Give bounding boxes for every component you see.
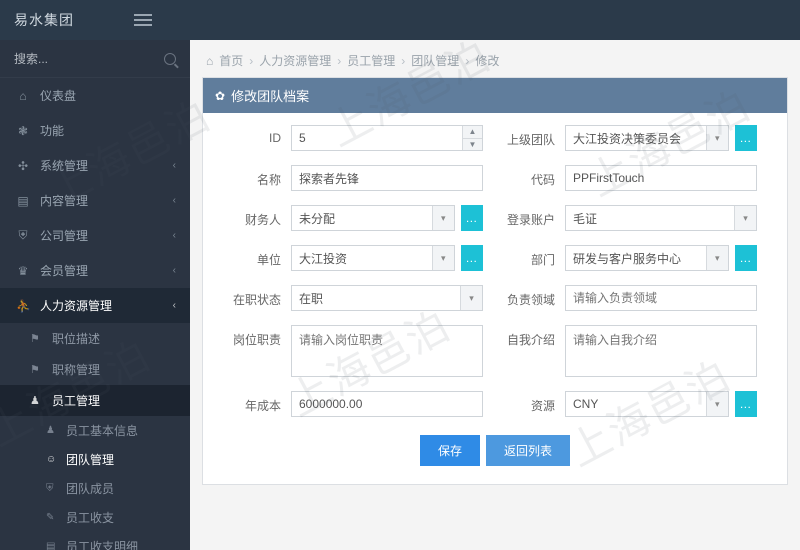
content-icon: ▤ (16, 194, 30, 208)
select-resource[interactable] (565, 391, 729, 417)
member-icon: ♛ (16, 264, 30, 278)
sys-icon: ✣ (16, 159, 30, 173)
pay-icon: ✎ (46, 512, 58, 523)
lookup-resource-button[interactable]: … (735, 391, 757, 417)
func-icon: ❃ (16, 124, 30, 138)
nav-system[interactable]: ✣系统管理‹ (0, 148, 190, 183)
select-account[interactable] (565, 205, 757, 231)
lookup-unit-button[interactable]: … (461, 245, 483, 271)
label-domain: 负责领域 (495, 285, 565, 308)
nav-emp-pay-detail[interactable]: ▤员工收支明细 (0, 532, 190, 550)
nav-team-member[interactable]: ⛨团队成员 (0, 474, 190, 503)
chevron-left-icon: ‹ (173, 230, 176, 241)
lookup-dept-button[interactable]: … (735, 245, 757, 271)
topbar: 易水集团 (0, 0, 800, 40)
input-code[interactable] (565, 165, 757, 191)
list-icon: ▤ (46, 541, 58, 550)
nav-emp-pay[interactable]: ✎员工收支 (0, 503, 190, 532)
label-cost: 年成本 (221, 391, 291, 414)
spinner-icon[interactable]: ▲▼ (462, 126, 482, 150)
breadcrumb: ⌂ 首页› 人力资源管理› 员工管理› 团队管理› 修改 (202, 50, 788, 77)
nav-title[interactable]: ⚑职称管理 (0, 354, 190, 385)
select-unit[interactable] (291, 245, 455, 271)
textarea-duty[interactable] (291, 325, 483, 377)
sidebar: 搜索... ⌂仪表盘 ❃功能 ✣系统管理‹ ▤内容管理‹ ⛨公司管理‹ ♛会员管… (0, 40, 190, 550)
input-id[interactable] (291, 125, 483, 151)
select-status[interactable] (291, 285, 483, 311)
label-name: 名称 (221, 165, 291, 188)
panel-header: ✿ 修改团队档案 (203, 78, 787, 113)
label-status: 在职状态 (221, 285, 291, 308)
crumb-emp[interactable]: 员工管理 (347, 52, 395, 69)
chevron-left-icon: ‹ (173, 160, 176, 171)
gear-icon: ✿ (215, 89, 225, 103)
save-button[interactable]: 保存 (420, 435, 480, 466)
lookup-finance-button[interactable]: … (461, 205, 483, 231)
nav-hr[interactable]: ⛹人力资源管理‹ (0, 288, 190, 323)
brand: 易水集团 (14, 10, 74, 30)
chevron-left-icon: ‹ (173, 300, 176, 311)
crumb-home[interactable]: 首页 (219, 52, 243, 69)
label-parent: 上级团队 (495, 125, 565, 148)
company-icon: ⛨ (16, 228, 30, 243)
nav-employee[interactable]: ♟员工管理 (0, 385, 190, 416)
label-dept: 部门 (495, 245, 565, 268)
nav-dashboard[interactable]: ⌂仪表盘 (0, 78, 190, 113)
main-content: ⌂ 首页› 人力资源管理› 员工管理› 团队管理› 修改 ✿ 修改团队档案 ID… (190, 40, 800, 550)
menu-toggle-icon[interactable] (134, 14, 152, 26)
label-account: 登录账户 (495, 205, 565, 228)
label-finance: 财务人 (221, 205, 291, 228)
label-code: 代码 (495, 165, 565, 188)
label-unit: 单位 (221, 245, 291, 268)
search-icon (164, 53, 176, 65)
crumb-hr[interactable]: 人力资源管理 (259, 52, 331, 69)
select-parent[interactable] (565, 125, 729, 151)
user-icon: ♟ (46, 425, 58, 436)
panel-title: 修改团队档案 (231, 86, 309, 105)
chevron-left-icon: ‹ (173, 265, 176, 276)
crumb-team[interactable]: 团队管理 (411, 52, 459, 69)
select-dept[interactable] (565, 245, 729, 271)
input-domain[interactable] (565, 285, 757, 311)
flag-icon: ⚑ (30, 363, 44, 376)
nav-emp-basic[interactable]: ♟员工基本信息 (0, 416, 190, 445)
label-id: ID (221, 125, 291, 145)
nav-member[interactable]: ♛会员管理‹ (0, 253, 190, 288)
members-icon: ⛨ (46, 483, 58, 494)
textarea-selfintro[interactable] (565, 325, 757, 377)
nav-function[interactable]: ❃功能 (0, 113, 190, 148)
label-selfintro: 自我介绍 (495, 325, 565, 348)
nav-jobdesc[interactable]: ⚑职位描述 (0, 323, 190, 354)
home-icon: ⌂ (206, 54, 213, 68)
label-resource: 资源 (495, 391, 565, 414)
crumb-edit: 修改 (475, 52, 499, 69)
nav-company[interactable]: ⛨公司管理‹ (0, 218, 190, 253)
sidebar-search[interactable]: 搜索... (0, 40, 190, 78)
select-finance[interactable] (291, 205, 455, 231)
form-panel: ✿ 修改团队档案 ID ▲▼ 上级团队 ▾ (202, 77, 788, 485)
user-icon: ♟ (30, 394, 44, 407)
input-cost[interactable] (291, 391, 483, 417)
hr-icon: ⛹ (16, 299, 30, 313)
team-icon: ☺ (46, 454, 58, 465)
back-button[interactable]: 返回列表 (486, 435, 570, 466)
nav-team-manage[interactable]: ☺团队管理 (0, 445, 190, 474)
label-duty: 岗位职责 (221, 325, 291, 348)
input-name[interactable] (291, 165, 483, 191)
home-icon: ⌂ (16, 89, 30, 103)
chevron-left-icon: ‹ (173, 195, 176, 206)
nav-content[interactable]: ▤内容管理‹ (0, 183, 190, 218)
search-placeholder: 搜索... (14, 50, 48, 67)
flag-icon: ⚑ (30, 332, 44, 345)
lookup-parent-button[interactable]: … (735, 125, 757, 151)
